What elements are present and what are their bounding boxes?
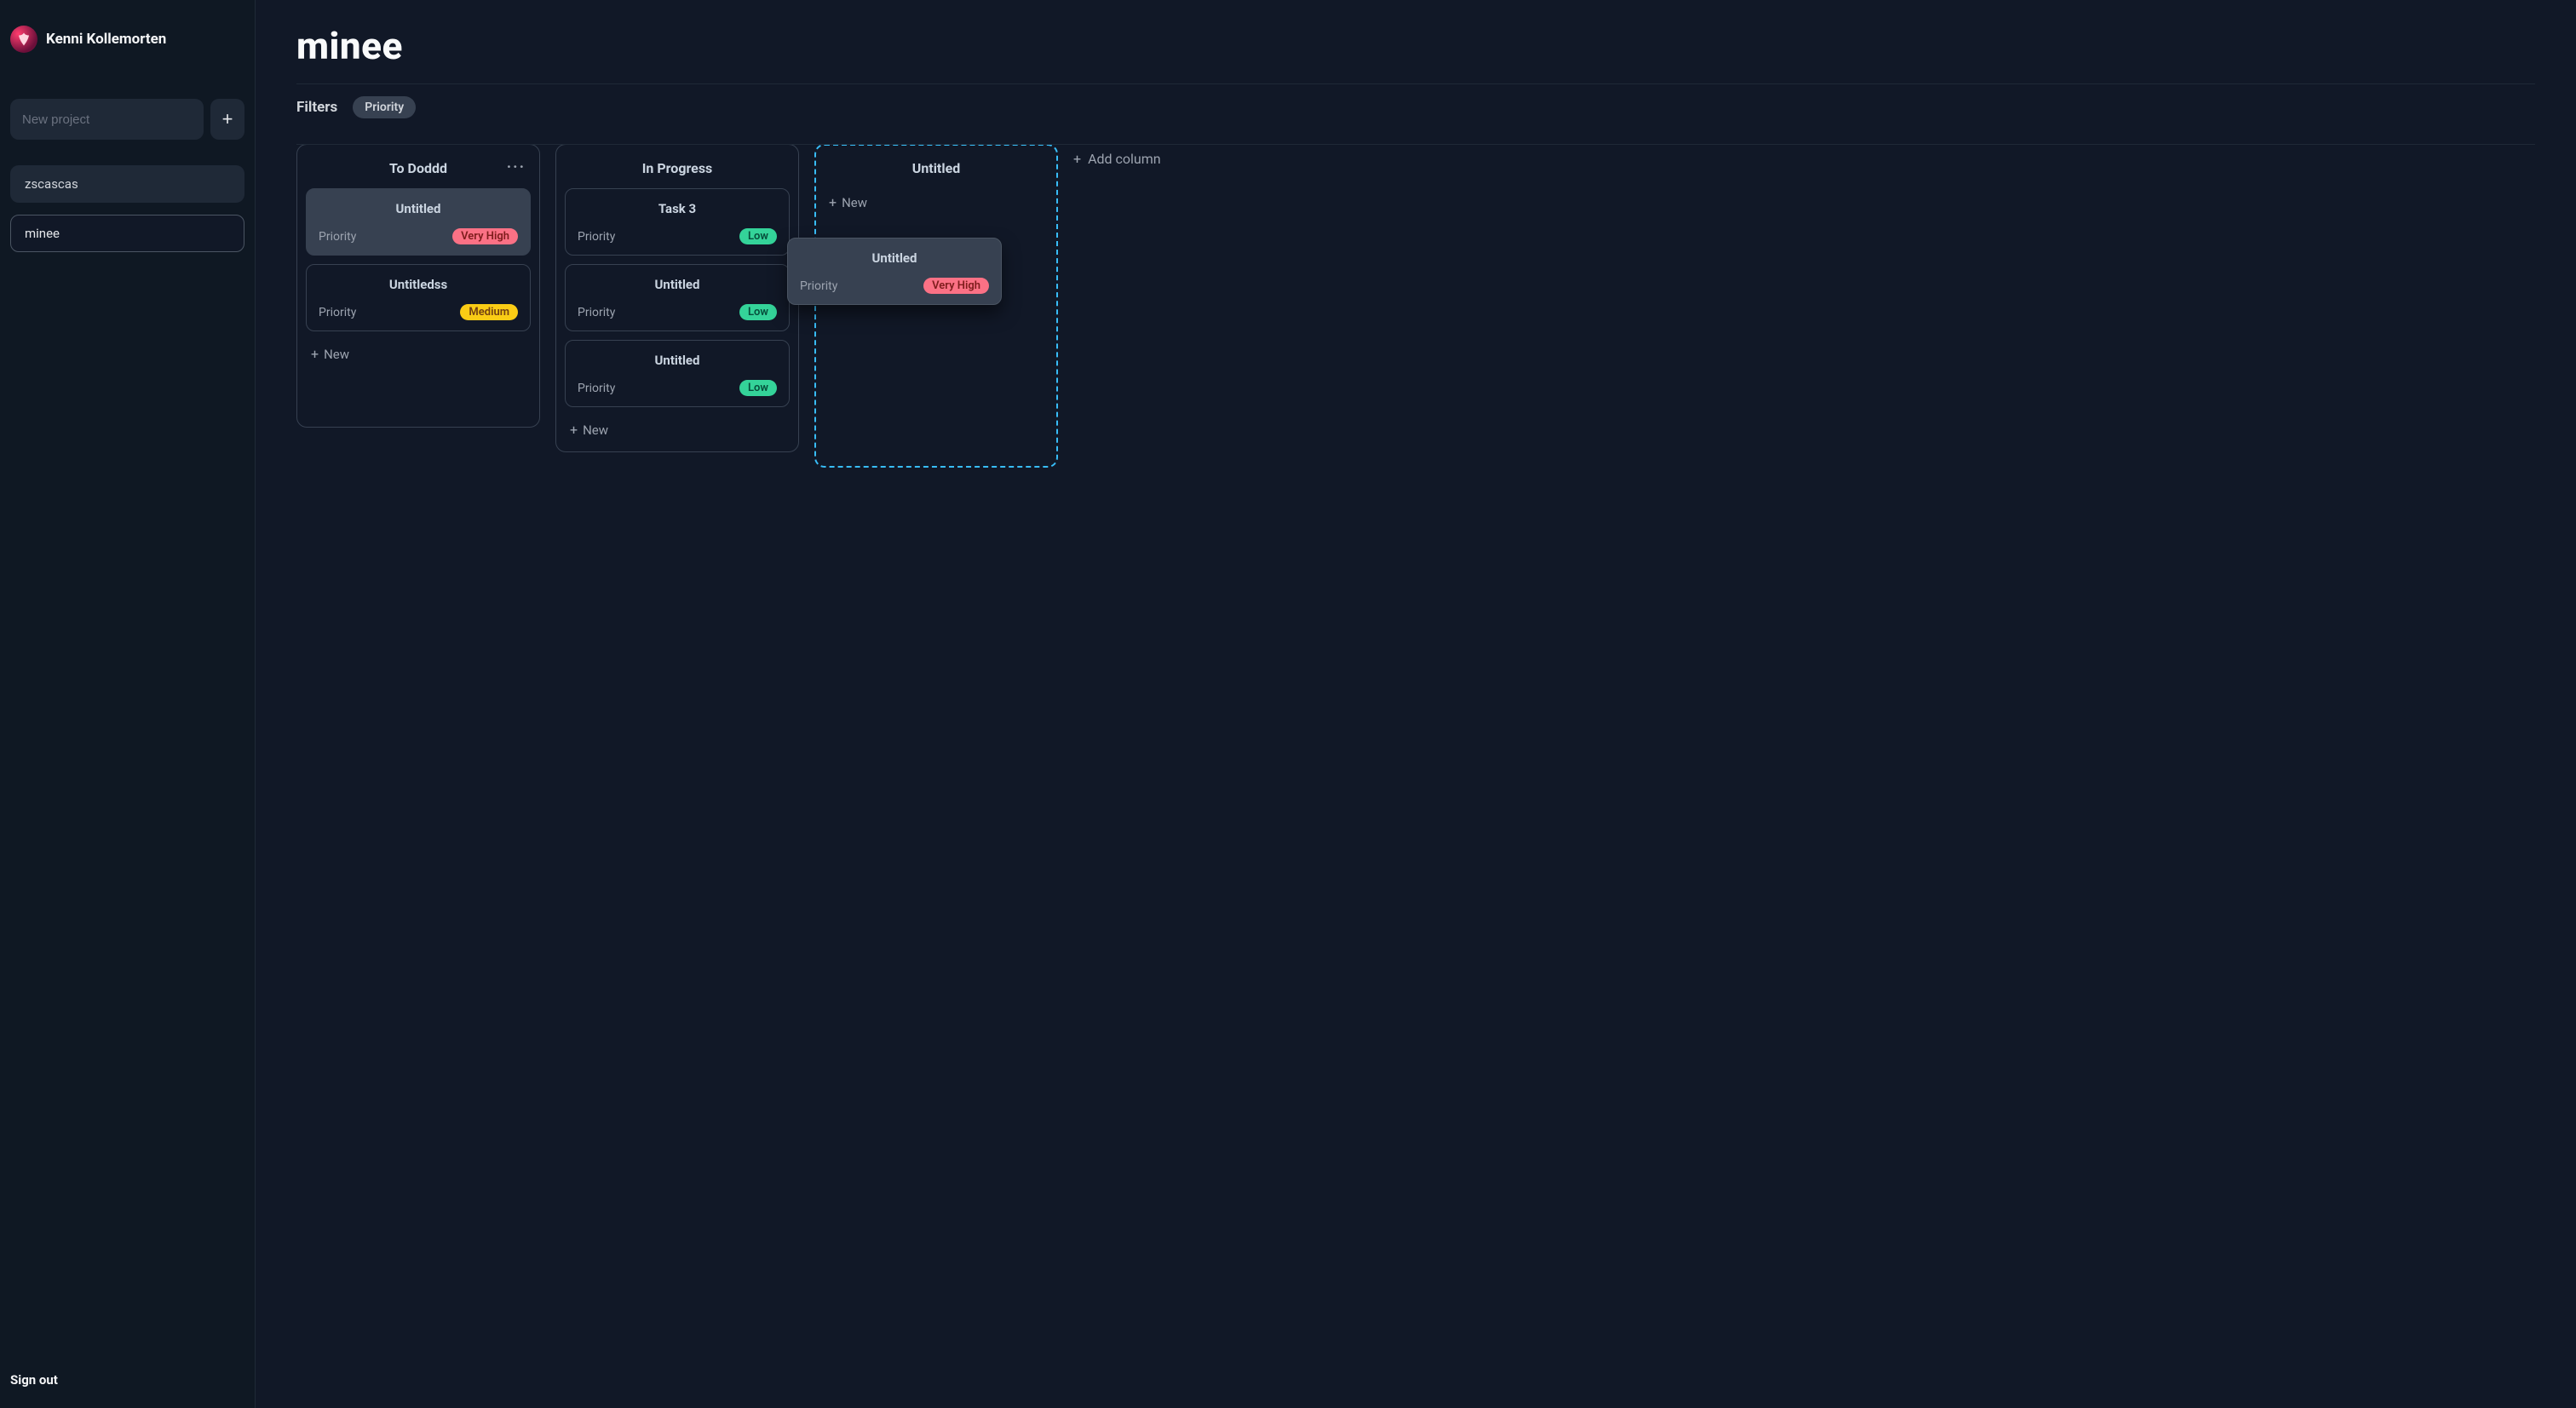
priority-badge: Medium xyxy=(460,304,518,320)
card-priority-row: Priority Low xyxy=(578,380,777,396)
add-project-button[interactable]: + xyxy=(210,99,244,140)
card-priority-row: Priority Medium xyxy=(319,304,518,320)
card-title: Untitled xyxy=(578,277,777,292)
kanban-card[interactable]: Untitledss Priority Medium xyxy=(306,264,531,331)
column-header[interactable]: Untitled xyxy=(824,157,1049,188)
add-card-label: New xyxy=(583,422,608,438)
column-header[interactable]: In Progress xyxy=(565,157,790,188)
priority-badge: Low xyxy=(739,380,777,396)
card-title: Task 3 xyxy=(578,201,777,216)
column-menu-icon[interactable]: ··· xyxy=(507,158,526,176)
card-priority-label: Priority xyxy=(319,306,356,319)
main: minee Filters Priority To Doddd ··· Unti… xyxy=(256,0,2576,1408)
kanban-card[interactable]: Untitled Priority Very High xyxy=(306,188,531,256)
priority-badge: Low xyxy=(739,228,777,244)
add-card-button[interactable]: + New xyxy=(824,188,1049,212)
priority-badge: Very High xyxy=(452,228,518,244)
card-priority-row: Priority Low xyxy=(578,228,777,244)
kanban-card[interactable]: Untitled Priority Low xyxy=(565,340,790,407)
user-name: Kenni Kollemorten xyxy=(46,31,166,48)
plus-icon: + xyxy=(570,423,578,437)
avatar-bird-icon xyxy=(16,32,32,47)
add-column-label: Add column xyxy=(1088,151,1161,167)
user-row: Kenni Kollemorten xyxy=(10,20,244,72)
card-priority-label: Priority xyxy=(578,382,615,395)
card-priority-label: Priority xyxy=(319,230,356,244)
add-card-button[interactable]: + New xyxy=(306,340,531,364)
add-card-label: New xyxy=(842,195,867,210)
card-priority-row: Priority Low xyxy=(578,304,777,320)
column-title: Untitled xyxy=(912,160,960,176)
filters-row: Filters Priority xyxy=(296,96,2535,118)
card-title: Untitled xyxy=(578,353,777,368)
column-header[interactable]: To Doddd ··· xyxy=(306,157,531,188)
kanban-column-drop-target[interactable]: Untitled + New xyxy=(814,144,1058,468)
kanban-card[interactable]: Untitled Priority Low xyxy=(565,264,790,331)
kanban-column: To Doddd ··· Untitled Priority Very High… xyxy=(296,144,540,428)
column-title: In Progress xyxy=(642,160,713,176)
add-card-button[interactable]: + New xyxy=(565,416,790,440)
card-priority-row: Priority Very High xyxy=(319,228,518,244)
sidebar-project-item[interactable]: zscascas xyxy=(10,165,244,203)
new-project-row: + xyxy=(10,99,244,140)
card-priority-label: Priority xyxy=(578,230,615,244)
add-column-button[interactable]: + Add column xyxy=(1073,144,1161,167)
kanban-board: To Doddd ··· Untitled Priority Very High… xyxy=(296,144,2535,468)
kanban-column: In Progress Task 3 Priority Low Untitled… xyxy=(555,144,799,452)
sidebar-project-item-active[interactable]: minee xyxy=(10,215,244,252)
plus-icon: + xyxy=(829,196,837,210)
filters-label: Filters xyxy=(296,99,337,116)
avatar xyxy=(10,26,37,53)
card-title: Untitled xyxy=(319,201,518,216)
priority-badge: Low xyxy=(739,304,777,320)
plus-icon: + xyxy=(1073,152,1081,166)
title-divider xyxy=(296,83,2535,84)
board-divider xyxy=(296,144,2535,145)
plus-icon: + xyxy=(311,348,319,361)
project-list: zscascas minee xyxy=(10,165,244,252)
column-title: To Doddd xyxy=(389,160,447,176)
card-title: Untitledss xyxy=(319,277,518,292)
card-priority-label: Priority xyxy=(578,306,615,319)
sidebar: Kenni Kollemorten + zscascas minee Sign … xyxy=(0,0,256,1408)
filter-pill-priority[interactable]: Priority xyxy=(353,96,416,118)
board-title: minee xyxy=(296,24,2535,83)
new-project-input[interactable] xyxy=(10,99,204,140)
sign-out-link[interactable]: Sign out xyxy=(10,1369,244,1393)
add-card-label: New xyxy=(324,347,349,362)
plus-icon: + xyxy=(222,110,233,129)
kanban-card[interactable]: Task 3 Priority Low xyxy=(565,188,790,256)
